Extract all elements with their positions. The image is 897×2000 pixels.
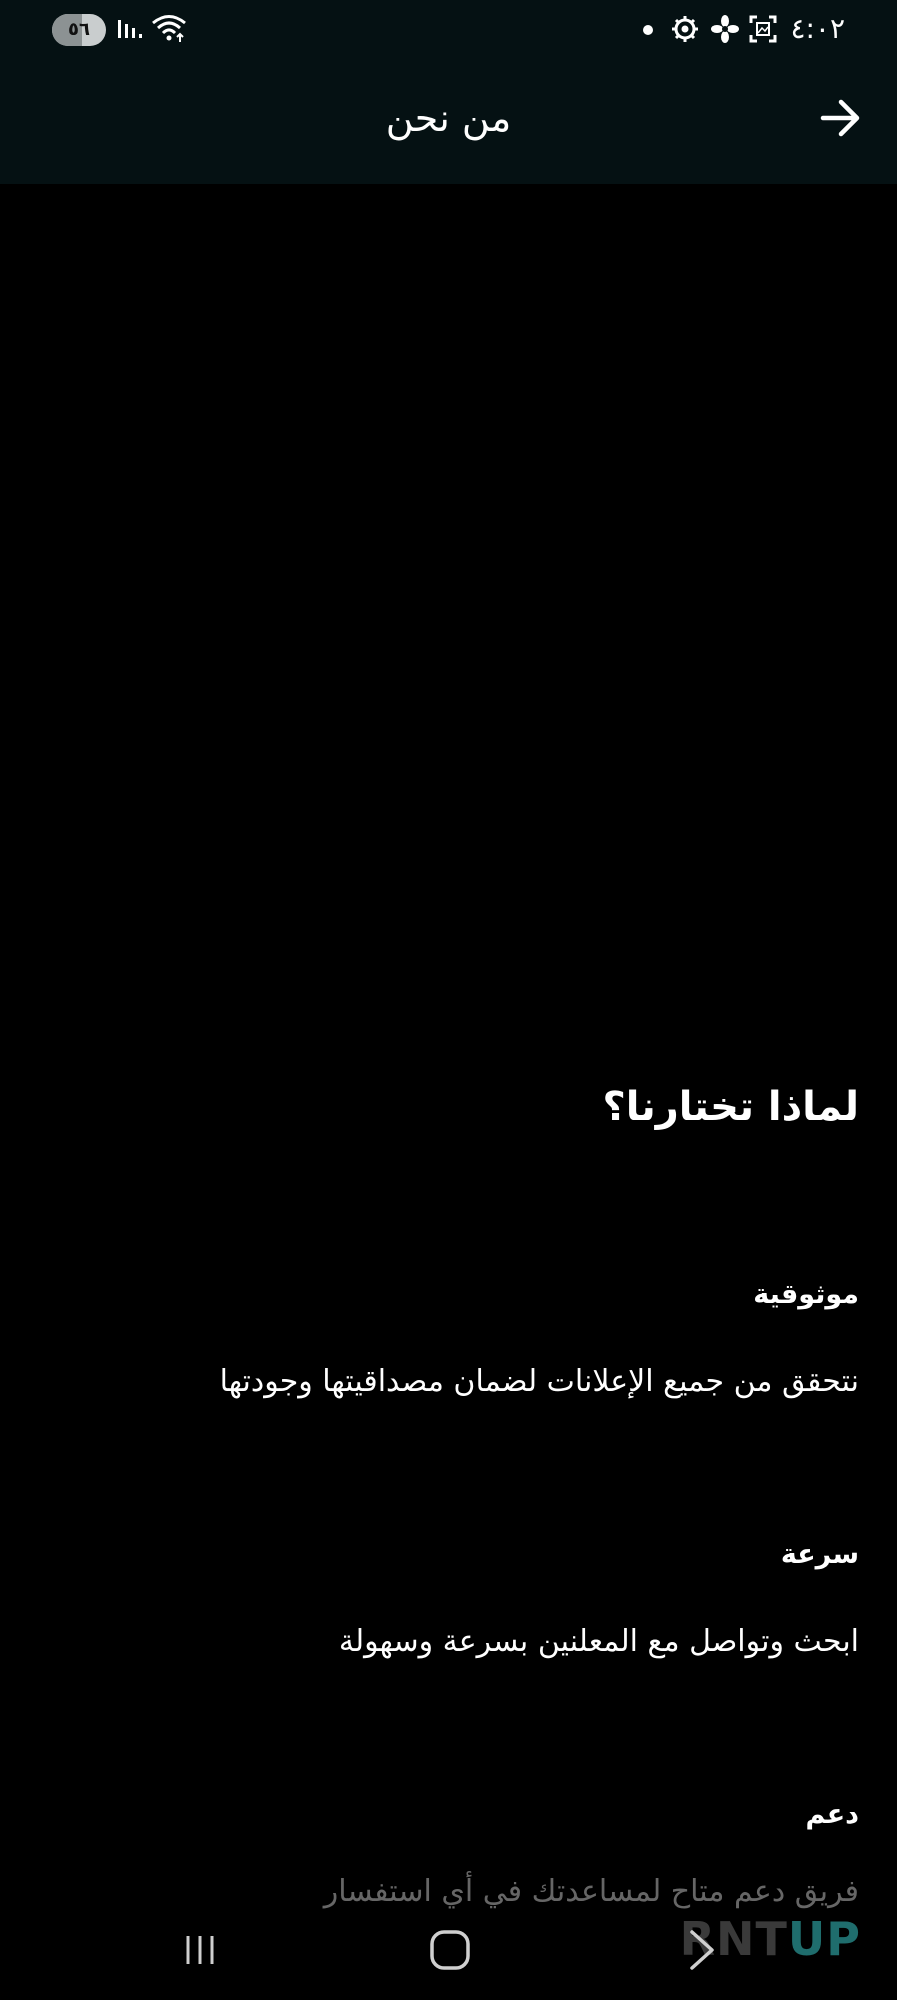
feature-description-reliability: نتحقق من جميع الإعلانات لضمان مصداقيتها … xyxy=(219,1364,859,1399)
recents-button[interactable] xyxy=(170,1922,230,1978)
feature-title-reliability: موثوقية xyxy=(753,1279,859,1310)
feature-description-speed: ابحث وتواصل مع المعلنين بسرعة وسهولة xyxy=(338,1624,859,1659)
section-heading: لماذا تختارنا؟ xyxy=(602,1084,859,1130)
arrow-right-icon xyxy=(820,99,860,137)
screenshot-icon xyxy=(749,15,777,43)
wifi-icon xyxy=(152,15,186,42)
back-icon xyxy=(690,1930,714,1970)
dot-icon xyxy=(643,25,653,35)
status-bar: ٥٦ ٤:٠٢ xyxy=(0,0,897,60)
signal-icon xyxy=(118,20,142,38)
nav-back-button[interactable] xyxy=(672,1922,732,1978)
gear-icon xyxy=(672,16,698,42)
content-area: لماذا تختارنا؟ موثوقية نتحقق من جميع الإ… xyxy=(0,184,897,1909)
home-icon xyxy=(430,1930,470,1970)
screen: ٥٦ ٤:٠٢ من نحن لماذا تختارنا؟ موثوقية نت… xyxy=(0,0,897,2000)
flower-icon xyxy=(711,15,739,43)
page-title: من نحن xyxy=(385,96,512,140)
app-bar: من نحن xyxy=(0,60,897,184)
feature-title-support: دعم xyxy=(805,1799,859,1830)
navigation-bar xyxy=(0,1900,897,2000)
home-button[interactable] xyxy=(420,1922,480,1978)
recents-icon xyxy=(186,1936,214,1964)
status-time: ٤:٠٢ xyxy=(790,12,845,45)
battery-level-text: ٥٦ xyxy=(68,19,90,40)
feature-title-speed: سرعة xyxy=(780,1539,859,1570)
back-button[interactable] xyxy=(811,88,871,148)
battery-indicator: ٥٦ xyxy=(52,14,106,46)
